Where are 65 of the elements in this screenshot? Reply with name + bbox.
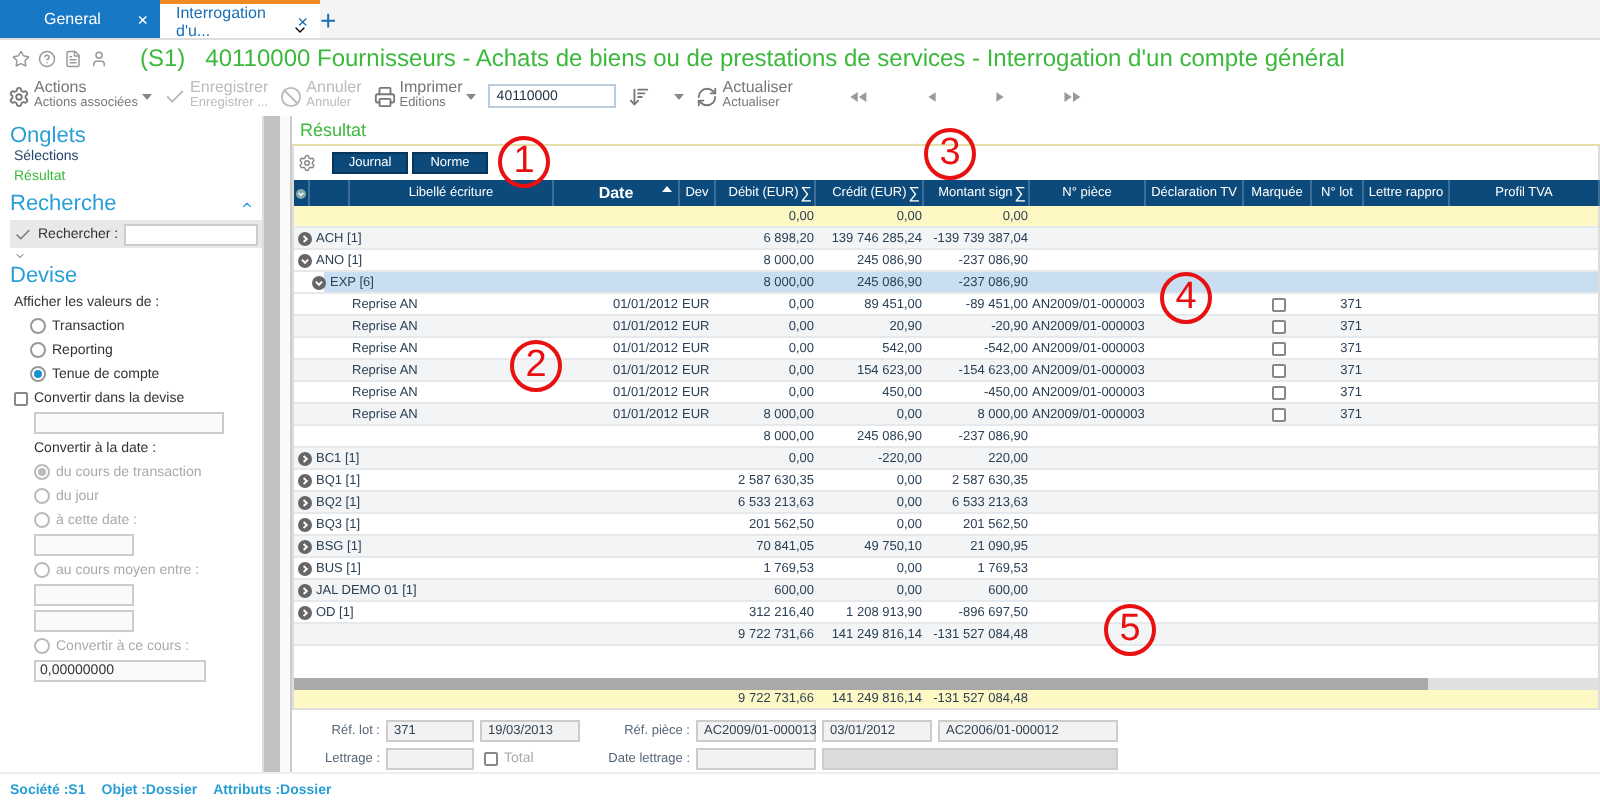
search-field[interactable] [124,223,258,245]
close-button[interactable]: × [297,11,308,31]
caret-icon [466,93,477,99]
next-icon[interactable] [994,87,1007,105]
expand-icon[interactable] [298,605,312,619]
user-icon[interactable] [90,49,108,67]
checkbox[interactable] [1271,319,1285,333]
scrollbar[interactable] [262,116,280,772]
check-icon [164,85,187,107]
callout-marker: 5 [1104,604,1156,656]
caret-icon [142,93,153,99]
printer-icon [373,85,396,107]
settings-icon[interactable] [298,154,316,172]
caret-icon[interactable] [674,93,685,99]
collapse-icon[interactable] [240,197,254,211]
input-field[interactable] [822,748,1118,771]
sort-ascending-icon [662,186,672,192]
close-button[interactable]: × [137,9,148,29]
checkbox[interactable] [1271,407,1285,421]
input-field[interactable] [386,748,474,771]
expand-icon[interactable] [298,517,312,531]
callout-marker: 3 [924,128,976,180]
tab[interactable]: General × [0,0,160,38]
input-field[interactable] [696,748,816,771]
section-title: Recherche [10,192,117,216]
section-title: Onglets [10,122,88,149]
horizontal-scrollbar[interactable] [294,678,1598,690]
collapse-all-icon [296,187,306,199]
checkbox[interactable] [484,752,498,767]
previous-icon[interactable] [926,87,939,105]
settings-icon [8,85,30,107]
sum-icon: ∑ [908,184,920,202]
section-title: Résultat [298,118,369,144]
tab[interactable]: Interrogation d'u... × [160,0,320,38]
expand-icon[interactable] [298,583,312,597]
expand-icon[interactable] [298,539,312,553]
callout-marker: 1 [498,136,550,188]
page-title: (S1) [140,44,186,72]
star-icon[interactable] [12,49,30,67]
cancel-icon [280,85,303,107]
expand-icon[interactable] [298,231,312,245]
expand-icon[interactable] [298,495,312,509]
help-icon[interactable] [38,49,56,67]
collapse-icon[interactable] [298,253,312,267]
callout-marker: 4 [1160,272,1212,324]
expand-icon[interactable] [298,561,312,575]
chevron-down-icon[interactable] [292,22,308,38]
section-title: Devise [10,262,80,290]
collapse-icon[interactable] [312,275,326,289]
checkbox[interactable] [1271,297,1285,311]
checkbox[interactable] [1271,341,1285,355]
refresh-icon [696,85,719,107]
expand-icon[interactable] [298,451,312,465]
page-title: 40110000 Fournisseurs - Achats de biens ou de prestations de services - Interrogation d'un compte général [205,44,1345,72]
sum-icon: ∑ [1014,184,1026,202]
first-page-icon[interactable] [848,87,871,105]
expand-icon[interactable] [298,473,312,487]
sum-icon: ∑ [800,184,812,202]
document-icon[interactable] [64,49,82,67]
check-icon[interactable] [14,225,32,243]
checkbox[interactable] [1271,385,1285,399]
last-page-icon[interactable] [1062,87,1085,105]
callout-marker: 2 [510,340,562,392]
sort-icon[interactable] [628,85,651,107]
checkbox[interactable] [1271,363,1285,377]
